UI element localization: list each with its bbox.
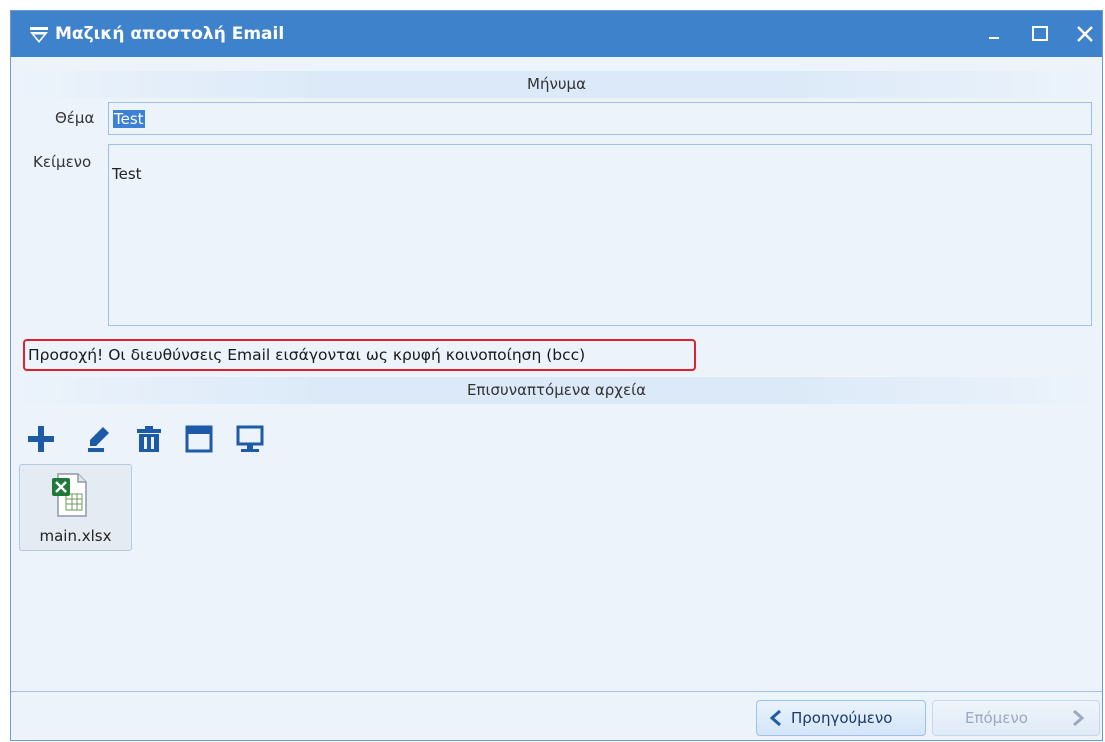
subject-input[interactable]: Test (108, 102, 1092, 135)
minimize-icon (989, 37, 999, 39)
message-section-header: Μήνυμα (11, 71, 1102, 98)
close-icon (1077, 26, 1093, 42)
minimize-button[interactable] (974, 11, 1014, 57)
collapse-menu-icon[interactable] (29, 26, 49, 44)
delete-icon[interactable] (134, 424, 164, 454)
attachment-file-name: main.xlsx (39, 527, 112, 545)
body-label: Κείμενο (33, 153, 92, 171)
maximize-icon (1032, 26, 1048, 41)
next-button[interactable]: Επόμενο (932, 700, 1100, 736)
excel-file-icon (52, 473, 87, 517)
bcc-warning: Προσοχή! Οι διευθύνσεις Email εισάγονται… (23, 339, 696, 371)
next-button-label: Επόμενο (965, 709, 1028, 727)
add-icon[interactable] (26, 424, 56, 454)
screen-icon[interactable] (235, 424, 265, 454)
attachment-file[interactable]: main.xlsx (19, 464, 132, 551)
footer-divider (11, 691, 1102, 692)
subject-value: Test (113, 109, 145, 128)
chevron-left-icon (769, 709, 781, 727)
mass-email-window: Μαζική αποστολή Email Μήνυμα Θέμα Test Κ… (10, 10, 1103, 741)
close-button[interactable] (1065, 11, 1105, 57)
previous-button[interactable]: Προηγούμενο (756, 700, 926, 736)
window-icon[interactable] (184, 424, 214, 454)
subject-label: Θέμα (55, 109, 95, 127)
chevron-right-icon (1073, 709, 1085, 727)
title-bar[interactable]: Μαζική αποστολή Email (11, 11, 1102, 57)
body-textarea[interactable]: Test (108, 144, 1092, 326)
maximize-button[interactable] (1020, 11, 1060, 57)
previous-button-label: Προηγούμενο (791, 709, 893, 727)
window-title: Μαζική αποστολή Email (55, 24, 285, 44)
attachments-section-header: Επισυναπτόμενα αρχεία (11, 377, 1102, 404)
edit-icon[interactable] (86, 424, 116, 454)
